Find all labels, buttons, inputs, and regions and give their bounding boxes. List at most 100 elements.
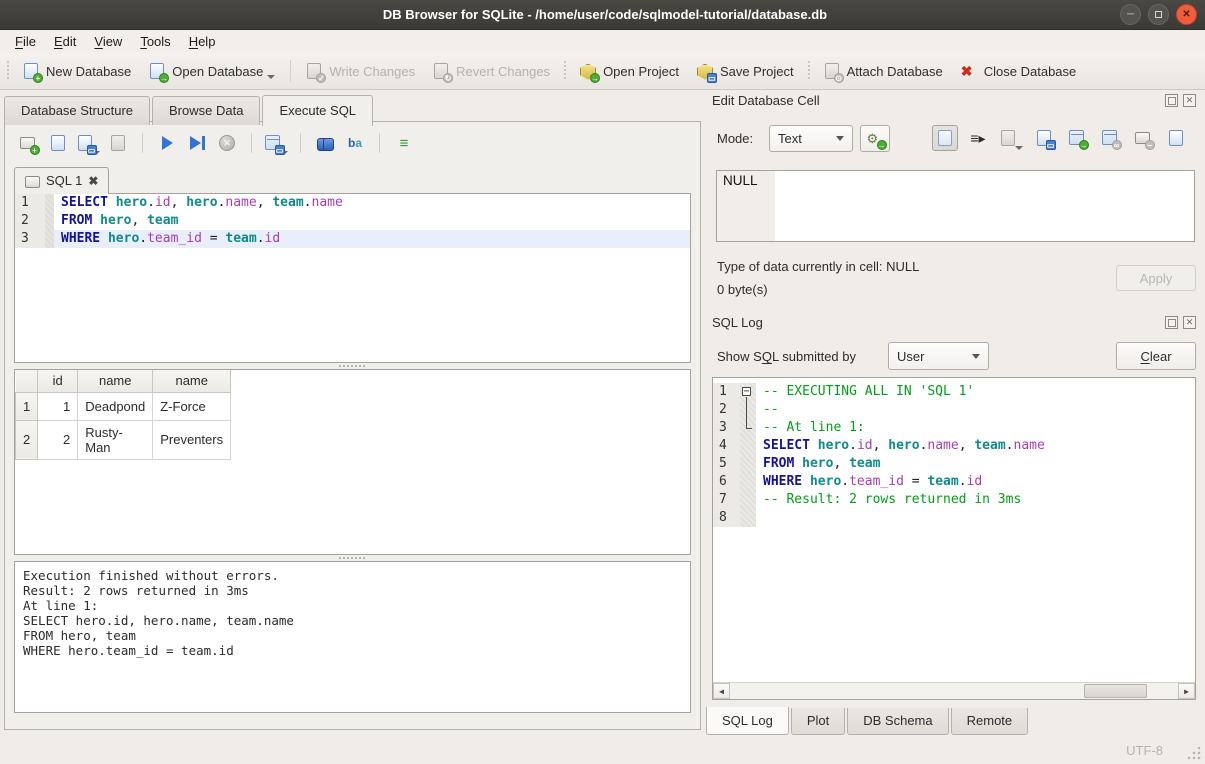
toolbar-grip[interactable]: [806, 61, 812, 81]
maximize-icon: [1155, 11, 1162, 18]
scroll-right-icon[interactable]: ▶: [1178, 683, 1195, 699]
open-file-icon: [51, 135, 65, 151]
sql1-tab[interactable]: SQL 1 ✖: [14, 167, 109, 194]
toolbar-grip[interactable]: [5, 61, 11, 81]
code-line[interactable]: 4SELECT hero.id, hero.name, team.name: [713, 437, 1195, 455]
float-panel-icon[interactable]: [1165, 94, 1178, 107]
sql-source-select[interactable]: User: [888, 342, 989, 370]
toolbar-grip[interactable]: [562, 61, 568, 81]
import-cell-button[interactable]: ▭: [1031, 125, 1057, 151]
revert-changes-icon: ↻: [433, 63, 450, 80]
tab-sql-log[interactable]: SQL Log: [706, 707, 789, 735]
table-cell[interactable]: Preventers: [153, 420, 231, 459]
code-line[interactable]: 1SELECT hero.id, hero.name, team.name: [15, 194, 690, 212]
clear-log-button[interactable]: Clear: [1116, 342, 1196, 370]
menu-tools[interactable]: Tools: [131, 31, 179, 52]
new-database-button[interactable]: + New Database: [14, 58, 140, 85]
execution-message[interactable]: Execution finished without errors. Resul…: [14, 561, 691, 713]
code-line[interactable]: 3WHERE hero.team_id = team.id: [15, 230, 690, 248]
chevron-down-icon: [836, 136, 844, 141]
line-number: 1: [713, 383, 740, 401]
tab-remote[interactable]: Remote: [951, 708, 1029, 735]
close-tab-icon[interactable]: ✖: [88, 174, 98, 188]
open-sql-file-button[interactable]: [45, 130, 71, 156]
word-wrap-button[interactable]: ≡▸: [965, 125, 991, 151]
menu-view[interactable]: View: [85, 31, 131, 52]
resize-grip[interactable]: [1188, 747, 1201, 760]
close-panel-icon[interactable]: ✕: [1183, 94, 1196, 107]
close-database-button[interactable]: ✖ Close Database: [952, 58, 1086, 85]
scrollbar-thumb[interactable]: [1084, 684, 1147, 698]
new-sql-tab-button[interactable]: +: [15, 130, 41, 156]
dock-tab-bar: SQL Log Plot DB Schema Remote: [706, 708, 1030, 736]
code-line[interactable]: 2--: [713, 401, 1195, 419]
cell-value-editor[interactable]: NULL: [716, 170, 1195, 242]
open-database-dropdown-icon[interactable]: [267, 75, 275, 79]
code-line[interactable]: 6WHERE hero.team_id = team.id: [713, 473, 1195, 491]
open-in-app-button[interactable]: ∞: [1097, 125, 1123, 151]
stop-execution-button: ✕: [214, 130, 240, 156]
format-sql-button[interactable]: ≡: [391, 130, 417, 156]
open-project-button[interactable]: → Open Project: [571, 58, 688, 85]
save-sql-file-button[interactable]: ▭: [75, 130, 101, 156]
row-number[interactable]: 1: [16, 392, 38, 420]
tab-browse-data[interactable]: Browse Data: [152, 96, 260, 125]
stop-icon: ✕: [219, 135, 235, 151]
print-cell-button[interactable]: [1163, 125, 1189, 151]
table-cell[interactable]: Rusty-Man: [78, 420, 153, 459]
table-cell[interactable]: Deadpond: [78, 392, 153, 420]
tab-plot[interactable]: Plot: [791, 708, 845, 735]
code-line[interactable]: 7-- Result: 2 rows returned in 3ms: [713, 491, 1195, 509]
code-line[interactable]: 2FROM hero, team: [15, 212, 690, 230]
line-number: 5: [713, 455, 740, 473]
execute-current-line-button[interactable]: [184, 130, 210, 156]
code-text: -- EXECUTING ALL IN 'SQL 1': [756, 383, 1195, 401]
tab-execute-sql[interactable]: Execute SQL: [262, 95, 373, 126]
line-number: 3: [713, 419, 740, 437]
fold-margin: [740, 455, 756, 473]
column-header-id[interactable]: id: [38, 370, 78, 392]
auto-switch-mode-button[interactable]: ⚙→: [860, 125, 890, 152]
maximize-button[interactable]: [1148, 4, 1169, 25]
attach-database-button[interactable]: ⊙ Attach Database: [815, 58, 952, 85]
encoding-indicator[interactable]: UTF-8: [1126, 743, 1163, 758]
code-line[interactable]: 8: [713, 509, 1195, 527]
close-panel-icon[interactable]: ✕: [1183, 316, 1196, 329]
print-sql-button[interactable]: [105, 130, 131, 156]
tab-database-structure[interactable]: Database Structure: [4, 96, 150, 125]
code-line[interactable]: 3-- At line 1:: [713, 419, 1195, 437]
sql-log-view[interactable]: 1−-- EXECUTING ALL IN 'SQL 1'2--3-- At l…: [712, 377, 1196, 700]
open-database-button[interactable]: → Open Database: [140, 58, 284, 85]
fold-collapse-icon[interactable]: −: [742, 387, 751, 396]
scroll-left-icon[interactable]: ◀: [713, 683, 730, 699]
float-panel-icon[interactable]: [1165, 316, 1178, 329]
horizontal-scrollbar[interactable]: ◀ ▶: [713, 682, 1195, 699]
code-line[interactable]: 5FROM hero, team: [713, 455, 1195, 473]
minimize-button[interactable]: ─: [1120, 4, 1141, 25]
mode-select[interactable]: Text: [769, 125, 853, 152]
table-cell[interactable]: Z-Force: [153, 392, 231, 420]
open-database-icon: →: [149, 63, 166, 80]
open-project-icon: →: [580, 63, 597, 80]
menu-file[interactable]: File: [6, 31, 45, 52]
column-header-name[interactable]: name: [78, 370, 153, 392]
menu-edit[interactable]: Edit: [45, 31, 85, 52]
table-row: 11DeadpondZ-Force: [16, 392, 231, 420]
execute-all-button[interactable]: [154, 130, 180, 156]
menu-help[interactable]: Help: [180, 31, 225, 52]
row-number[interactable]: 2: [16, 420, 38, 459]
save-project-button[interactable]: ▭ Save Project: [688, 58, 803, 85]
tab-db-schema[interactable]: DB Schema: [847, 708, 948, 735]
text-view-button[interactable]: [932, 125, 958, 151]
export-cell-button[interactable]: →: [1064, 125, 1090, 151]
export-results-button[interactable]: ▭: [263, 130, 289, 156]
code-line[interactable]: 1−-- EXECUTING ALL IN 'SQL 1': [713, 383, 1195, 401]
table-cell[interactable]: 1: [38, 392, 78, 420]
play-icon: [162, 136, 173, 150]
column-header-name[interactable]: name: [153, 370, 231, 392]
find-replace-button[interactable]: ba: [342, 130, 368, 156]
find-button[interactable]: [312, 130, 338, 156]
close-button[interactable]: ✕: [1176, 4, 1197, 25]
sql-editor[interactable]: 1SELECT hero.id, hero.name, team.name2FR…: [14, 193, 691, 363]
table-cell[interactable]: 2: [38, 420, 78, 459]
